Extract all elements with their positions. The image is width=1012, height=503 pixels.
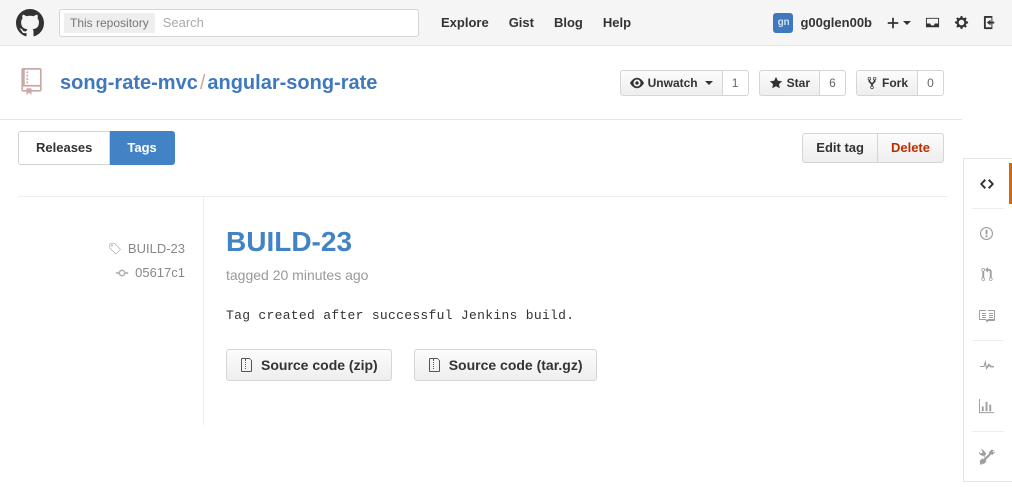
unwatch-button-label: Unwatch xyxy=(647,75,698,90)
site-header: This repository Explore Gist Blog Help g… xyxy=(0,0,1012,46)
release-notes: Tag created after successful Jenkins bui… xyxy=(226,307,575,323)
repo-book-icon xyxy=(18,67,45,98)
sidebar-item-settings[interactable] xyxy=(964,436,1012,477)
github-mark-icon[interactable] xyxy=(16,8,44,37)
tag-icon xyxy=(108,242,122,256)
release-title[interactable]: BUILD-23 xyxy=(226,226,948,258)
eye-icon xyxy=(629,76,644,90)
edit-tag-button[interactable]: Edit tag xyxy=(802,132,878,163)
username-link[interactable]: g00glen00b xyxy=(800,15,872,30)
chevron-down-icon xyxy=(903,20,911,25)
sidebar-item-pulse[interactable] xyxy=(964,345,1012,386)
repo-owner-link[interactable]: song-rate-mvc xyxy=(60,72,198,94)
releases-subnav: Releases Tags Edit tag Delete xyxy=(0,119,962,175)
fork-button[interactable]: Fork xyxy=(855,69,918,96)
repo-header: song-rate-mvc / angular-song-rate Unwatch … xyxy=(0,46,962,119)
release-commit-sha[interactable]: 05617c1 xyxy=(135,265,185,280)
repo-nav-rail xyxy=(963,158,1012,482)
stargazers-count[interactable]: 6 xyxy=(819,69,846,96)
download-targz-button[interactable]: Source code (tar.gz) xyxy=(413,348,597,381)
tag-actions: Edit tag Delete xyxy=(802,132,944,163)
star-button-label: Star xyxy=(786,75,810,90)
sidebar-item-wiki[interactable] xyxy=(964,295,1012,336)
pulse-icon xyxy=(979,358,995,374)
create-new-icon[interactable] xyxy=(886,16,911,30)
release-entry: BUILD-23 05617c1 BUILD-23 tagged 20 minu… xyxy=(18,196,948,425)
releases-tabs: Releases Tags xyxy=(18,130,175,165)
watch-button-group: Unwatch 1 xyxy=(619,69,749,96)
tab-tags[interactable]: Tags xyxy=(110,130,175,165)
release-tag-name[interactable]: BUILD-23 xyxy=(128,241,185,256)
repo-actions: Unwatch 1 Star 6 Fork 0 xyxy=(619,69,944,96)
chevron-down-icon xyxy=(704,80,713,85)
fork-button-label: Fork xyxy=(881,75,908,90)
git-commit-icon xyxy=(115,266,129,280)
header-user-area: gn g00glen00b xyxy=(773,12,998,33)
sidebar-item-issues[interactable] xyxy=(964,213,1012,254)
nav-item-blog[interactable]: Blog xyxy=(554,15,583,30)
code-icon xyxy=(979,176,995,192)
release-date: tagged 20 minutes ago xyxy=(226,266,369,283)
release-body: BUILD-23 tagged 20 minutes ago Tag creat… xyxy=(204,197,948,425)
sidebar-item-pull-requests[interactable] xyxy=(964,254,1012,295)
sign-out-icon[interactable] xyxy=(983,15,998,30)
tools-icon xyxy=(978,448,995,465)
sidebar-item-graphs[interactable] xyxy=(964,386,1012,427)
nav-item-gist[interactable]: Gist xyxy=(509,15,534,30)
repo-name-link[interactable]: angular-song-rate xyxy=(207,72,377,94)
git-pull-request-icon xyxy=(980,267,994,282)
watchers-count[interactable]: 1 xyxy=(722,69,749,96)
page-title: song-rate-mvc / angular-song-rate xyxy=(60,73,377,93)
rail-divider xyxy=(972,340,1004,341)
avatar[interactable]: gn xyxy=(773,12,794,33)
fork-button-group: Fork 0 xyxy=(855,69,944,96)
download-zip-label: Source code (zip) xyxy=(261,356,378,373)
release-downloads: Source code (zip) Source code (tar.gz) xyxy=(226,348,948,381)
star-button[interactable]: Star xyxy=(758,69,820,96)
inbox-icon[interactable] xyxy=(925,15,940,30)
tab-releases[interactable]: Releases xyxy=(18,130,111,165)
gear-icon[interactable] xyxy=(954,15,969,30)
nav-item-explore[interactable]: Explore xyxy=(441,15,489,30)
star-button-group: Star 6 xyxy=(758,69,846,96)
sidebar-item-code[interactable] xyxy=(964,163,1012,204)
graph-icon xyxy=(979,399,994,414)
download-targz-label: Source code (tar.gz) xyxy=(448,356,583,373)
star-icon xyxy=(769,76,783,90)
search-box[interactable]: This repository xyxy=(59,8,419,37)
file-zip-icon xyxy=(428,357,442,373)
file-zip-icon xyxy=(240,357,254,373)
issue-opened-icon xyxy=(979,226,994,241)
unwatch-button[interactable]: Unwatch xyxy=(619,69,723,96)
download-zip-button[interactable]: Source code (zip) xyxy=(226,348,392,381)
repo-forked-icon xyxy=(866,76,878,90)
release-tag-meta: BUILD-23 xyxy=(18,241,185,256)
header-nav: Explore Gist Blog Help xyxy=(441,15,631,30)
delete-tag-button[interactable]: Delete xyxy=(877,132,944,163)
release-commit-meta: 05617c1 xyxy=(18,265,185,280)
nav-item-help[interactable]: Help xyxy=(603,15,631,30)
rail-divider xyxy=(972,208,1004,209)
rail-divider xyxy=(972,431,1004,432)
book-icon xyxy=(978,308,995,324)
repo-title-separator: / xyxy=(199,71,206,94)
search-scope-label: This repository xyxy=(64,12,155,33)
forks-count[interactable]: 0 xyxy=(918,69,944,96)
release-meta: BUILD-23 05617c1 xyxy=(18,197,204,425)
search-input[interactable] xyxy=(154,15,414,30)
